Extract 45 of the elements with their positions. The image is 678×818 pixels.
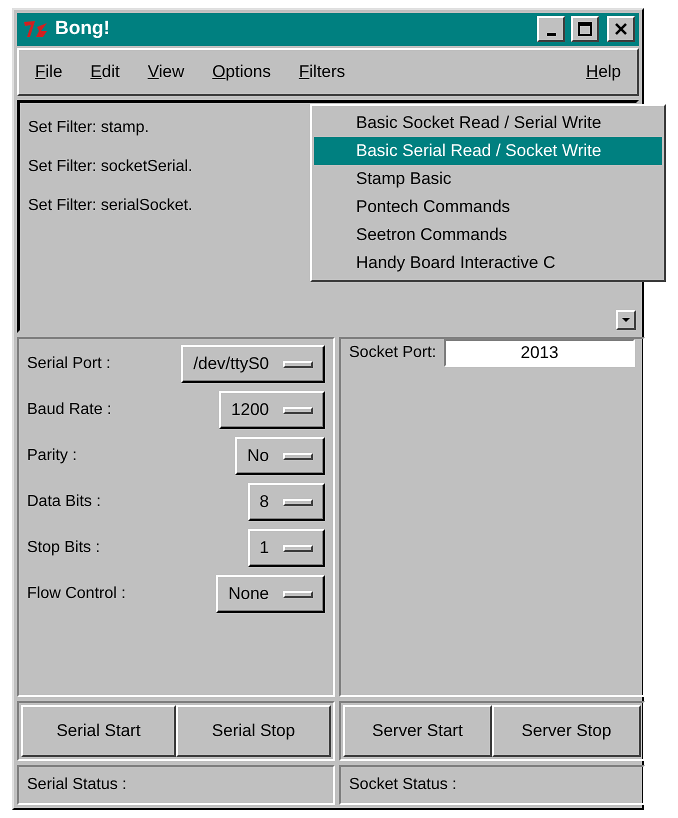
menu-item[interactable]: Edit [88,60,122,84]
window-title: Bong! [55,18,111,40]
filter-menu-item[interactable]: Seetron Commands [314,221,662,249]
minimize-icon [546,32,556,36]
field-label: Serial Port : [27,355,111,373]
filter-menu-item[interactable]: Pontech Commands [314,193,662,221]
menu-item[interactable]: Filters [296,60,348,84]
filter-menu-item[interactable]: Stamp Basic [314,165,662,193]
serial-button[interactable]: Serial Stop [176,705,331,757]
socket-port-field[interactable]: 2013 [444,339,635,367]
close-button[interactable] [607,16,635,42]
filter-menu-item[interactable]: Basic Serial Read / Socket Write [314,137,662,165]
close-icon [614,22,628,36]
filter-menu-item[interactable]: Basic Socket Read / Serial Write [314,109,662,137]
field-label: Flow Control : [27,585,126,603]
down-arrow-icon [621,317,631,323]
socket-status: Socket Status : [339,765,645,805]
field-label: Parity : [27,447,77,465]
option-menu-button[interactable]: /dev/ttyS0 [181,345,325,383]
option-menu-button[interactable]: 8 [248,483,325,521]
menu-item[interactable]: Options [210,60,273,84]
log-line: Set Filter: serialSocket. [28,197,192,216]
menu-item[interactable]: View [146,60,186,84]
serial-button[interactable]: Serial Start [21,705,176,757]
maximize-button[interactable] [571,16,599,42]
serial-status: Serial Status : [17,765,335,805]
option-menu-button[interactable]: No [235,437,325,475]
option-menu-button[interactable]: 1200 [219,391,325,429]
menu-item[interactable]: File [33,60,64,84]
field-label: Stop Bits : [27,539,100,557]
server-button[interactable]: Server Start [343,705,492,757]
field-label: Baud Rate : [27,401,112,419]
filter-menu-item[interactable]: Handy Board Interactive C [314,249,662,277]
field-label: Socket Port: [349,344,436,362]
log-line: Set Filter: stamp. [28,119,149,138]
field-label: Data Bits : [27,493,101,511]
scroll-down-button[interactable] [616,310,636,330]
maximize-icon [578,22,592,36]
menu-item[interactable]: Help [584,60,623,84]
option-menu-button[interactable]: None [216,575,325,613]
log-line: Set Filter: socketSerial. [28,158,192,176]
feather-logo-icon [23,19,49,40]
server-button[interactable]: Server Stop [492,705,641,757]
option-menu-button[interactable]: 1 [248,529,325,567]
minimize-button[interactable] [537,16,565,42]
